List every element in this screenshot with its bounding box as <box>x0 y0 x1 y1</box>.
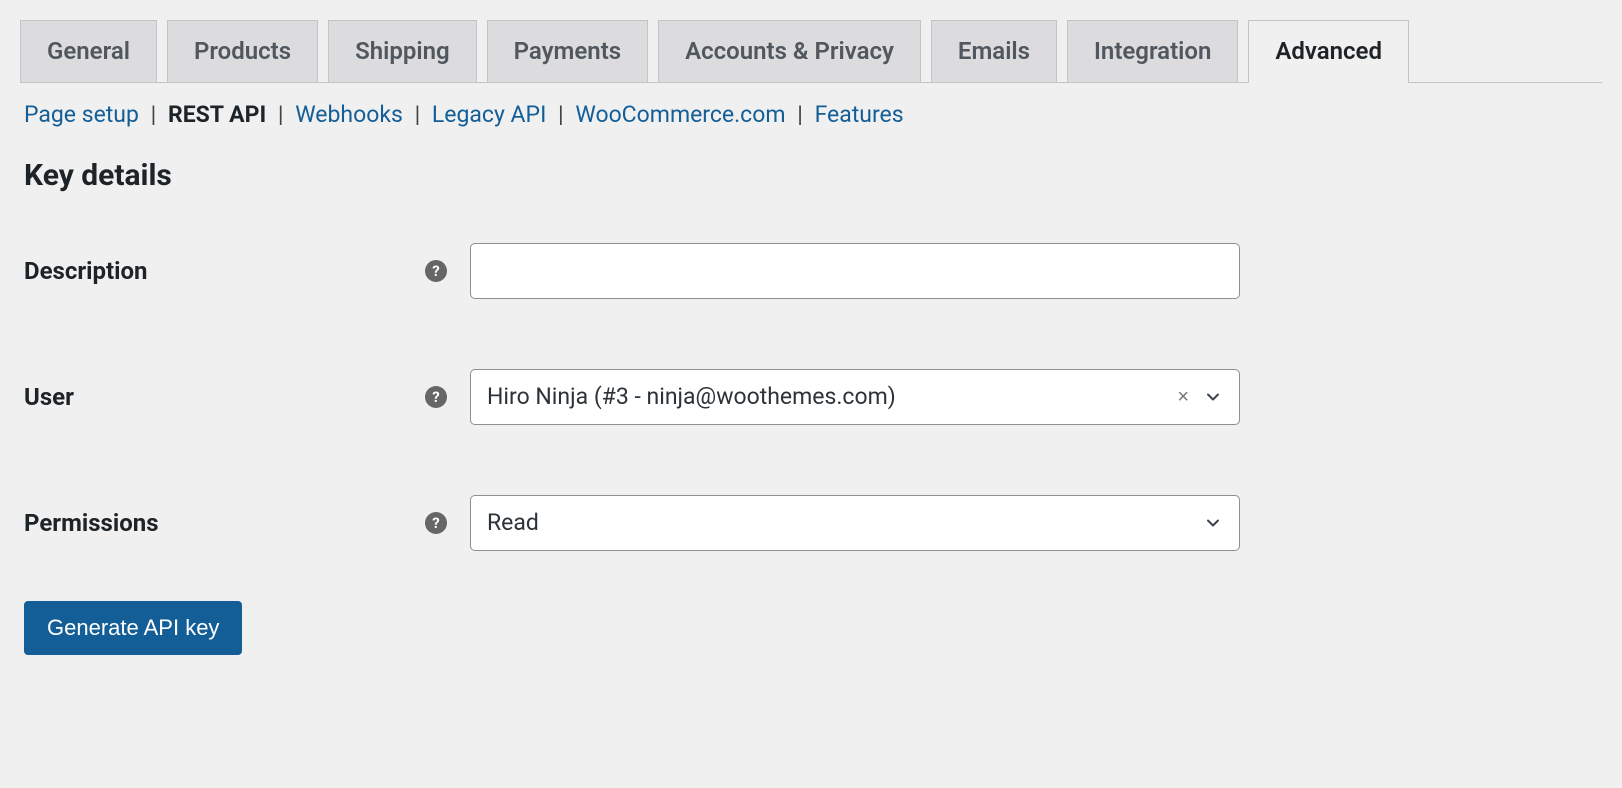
permissions-select[interactable]: Read <box>470 495 1240 551</box>
generate-api-key-button[interactable]: Generate API key <box>24 601 242 655</box>
subtab-legacy-api[interactable]: Legacy API <box>432 101 546 128</box>
separator: | <box>791 101 809 128</box>
permissions-select-value: Read <box>487 509 1203 536</box>
user-select[interactable]: Hiro Ninja (#3 - ninja@woothemes.com) × <box>470 369 1240 425</box>
user-select-value: Hiro Ninja (#3 - ninja@woothemes.com) <box>487 383 1177 410</box>
label-user: User <box>20 383 425 411</box>
label-description: Description <box>20 257 425 285</box>
subtab-woocommerce-com[interactable]: WooCommerce.com <box>575 101 785 128</box>
subtab-page-setup[interactable]: Page setup <box>24 101 139 128</box>
chevron-down-icon <box>1203 513 1223 533</box>
section-title: Key details <box>24 158 1602 193</box>
tab-integration[interactable]: Integration <box>1067 20 1238 82</box>
help-icon[interactable]: ? <box>425 512 447 534</box>
subtab-features[interactable]: Features <box>815 101 904 128</box>
sub-nav: Page setup | REST API | Webhooks | Legac… <box>24 101 1602 128</box>
tab-general[interactable]: General <box>20 20 157 82</box>
subtab-webhooks[interactable]: Webhooks <box>295 101 403 128</box>
tab-payments[interactable]: Payments <box>487 20 648 82</box>
label-permissions: Permissions <box>20 509 425 537</box>
tab-products[interactable]: Products <box>167 20 318 82</box>
chevron-down-icon <box>1203 387 1223 407</box>
row-user: User ? Hiro Ninja (#3 - ninja@woothemes.… <box>20 369 1602 425</box>
subtab-rest-api[interactable]: REST API <box>168 101 266 128</box>
row-permissions: Permissions ? Read <box>20 495 1602 551</box>
separator: | <box>145 101 163 128</box>
help-icon[interactable]: ? <box>425 260 447 282</box>
description-input[interactable] <box>470 243 1240 299</box>
tab-advanced[interactable]: Advanced <box>1248 20 1409 82</box>
separator: | <box>552 101 570 128</box>
tab-emails[interactable]: Emails <box>931 20 1057 82</box>
row-description: Description ? <box>20 243 1602 299</box>
clear-icon[interactable]: × <box>1177 387 1189 407</box>
tab-shipping[interactable]: Shipping <box>328 20 477 82</box>
separator: | <box>272 101 290 128</box>
tab-accounts-privacy[interactable]: Accounts & Privacy <box>658 20 921 82</box>
primary-tabs: General Products Shipping Payments Accou… <box>20 20 1602 83</box>
separator: | <box>409 101 427 128</box>
help-icon[interactable]: ? <box>425 386 447 408</box>
